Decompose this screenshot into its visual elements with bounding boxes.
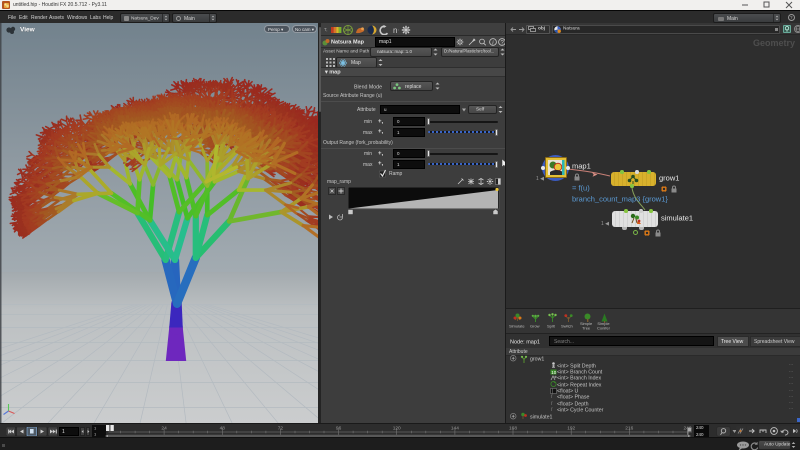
svg-text:144: 144 [451,426,459,432]
svg-text:216: 216 [625,426,633,432]
svg-text:n: n [393,26,397,35]
svg-text:24: 24 [161,426,167,432]
svg-text:,: , [398,26,399,31]
svg-text:120: 120 [393,426,401,432]
svg-text:48: 48 [220,426,226,432]
svg-text:72: 72 [278,426,284,432]
svg-text:168: 168 [509,426,517,432]
svg-text:i: i [492,40,494,47]
svg-text:192: 192 [567,426,575,432]
svg-text:10: 10 [551,369,557,374]
svg-text:96: 96 [336,426,342,432]
